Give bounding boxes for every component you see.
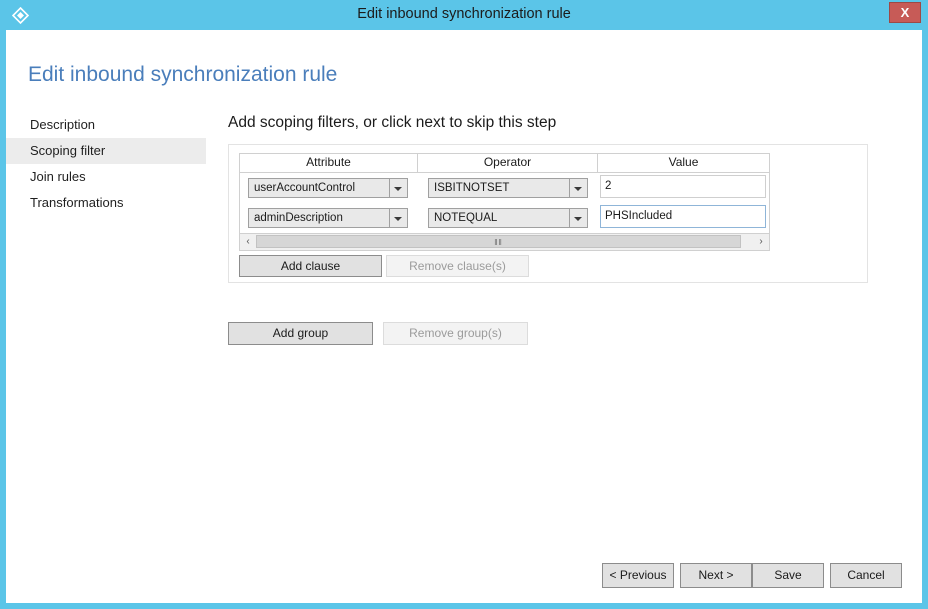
- attribute-dropdown-value-row-2: adminDescription: [254, 212, 343, 224]
- grid-body: userAccountControl ISBITNOTSET 2 adminDe…: [239, 172, 770, 234]
- next-button[interactable]: Next >: [680, 563, 752, 588]
- grid-horizontal-scrollbar[interactable]: ‹ ‖‖ ›: [239, 234, 770, 251]
- attribute-dropdown-row-2[interactable]: adminDescription: [248, 208, 408, 228]
- operator-dropdown-value-row-2: NOTEQUAL: [434, 212, 498, 224]
- page-title: Edit inbound synchronization rule: [28, 63, 338, 86]
- save-button[interactable]: Save: [752, 563, 824, 588]
- chevron-down-icon[interactable]: [569, 209, 587, 227]
- column-header-operator: Operator: [418, 154, 598, 172]
- operator-dropdown-row-2[interactable]: NOTEQUAL: [428, 208, 588, 228]
- remove-group-button[interactable]: Remove group(s): [383, 322, 528, 345]
- scrollbar-grip-icon: ‖‖: [494, 238, 503, 247]
- clause-grid: Attribute Operator Value userAccountCont…: [239, 153, 770, 251]
- scroll-left-icon[interactable]: ‹: [240, 234, 256, 250]
- dialog-client-area: Edit inbound synchronization rule Descri…: [6, 30, 922, 603]
- table-row: adminDescription NOTEQUAL PHSIncluded: [240, 203, 769, 233]
- add-group-button[interactable]: Add group: [228, 322, 373, 345]
- scroll-right-icon[interactable]: ›: [753, 234, 769, 250]
- attribute-dropdown-row-1[interactable]: userAccountControl: [248, 178, 408, 198]
- close-icon[interactable]: X: [889, 2, 921, 23]
- sidebar-item-transformations[interactable]: Transformations: [6, 190, 206, 216]
- operator-dropdown-value-row-1: ISBITNOTSET: [434, 182, 510, 194]
- grid-header-row: Attribute Operator Value: [239, 153, 770, 172]
- scoping-group-panel: Attribute Operator Value userAccountCont…: [228, 144, 868, 283]
- value-input-row-1[interactable]: 2: [600, 175, 766, 198]
- remove-clause-button[interactable]: Remove clause(s): [386, 255, 529, 277]
- dialog-window: Edit inbound synchronization rule X Edit…: [0, 0, 928, 609]
- value-input-row-2[interactable]: PHSIncluded: [600, 205, 766, 228]
- chevron-down-icon[interactable]: [569, 179, 587, 197]
- cancel-button[interactable]: Cancel: [830, 563, 902, 588]
- column-header-value: Value: [668, 155, 699, 169]
- scrollbar-track[interactable]: ‖‖: [256, 234, 753, 250]
- sidebar-item-description[interactable]: Description: [6, 112, 206, 138]
- table-row: userAccountControl ISBITNOTSET 2: [240, 173, 769, 203]
- title-bar: Edit inbound synchronization rule X: [0, 0, 928, 30]
- chevron-down-icon[interactable]: [389, 209, 407, 227]
- previous-button[interactable]: < Previous: [602, 563, 674, 588]
- attribute-dropdown-value-row-1: userAccountControl: [254, 182, 355, 194]
- operator-dropdown-row-1[interactable]: ISBITNOTSET: [428, 178, 588, 198]
- sidebar-item-scoping-filter[interactable]: Scoping filter: [6, 138, 206, 164]
- chevron-down-icon[interactable]: [389, 179, 407, 197]
- column-header-attribute: Attribute: [240, 154, 418, 172]
- sidebar: Description Scoping filter Join rules Tr…: [6, 112, 206, 216]
- sidebar-item-join-rules[interactable]: Join rules: [6, 164, 206, 190]
- dialog-footer: < Previous Next > Save Cancel: [6, 563, 922, 603]
- scrollbar-thumb[interactable]: ‖‖: [256, 235, 741, 248]
- window-title: Edit inbound synchronization rule: [357, 6, 571, 22]
- section-heading: Add scoping filters, or click next to sk…: [228, 114, 557, 131]
- add-clause-button[interactable]: Add clause: [239, 255, 382, 277]
